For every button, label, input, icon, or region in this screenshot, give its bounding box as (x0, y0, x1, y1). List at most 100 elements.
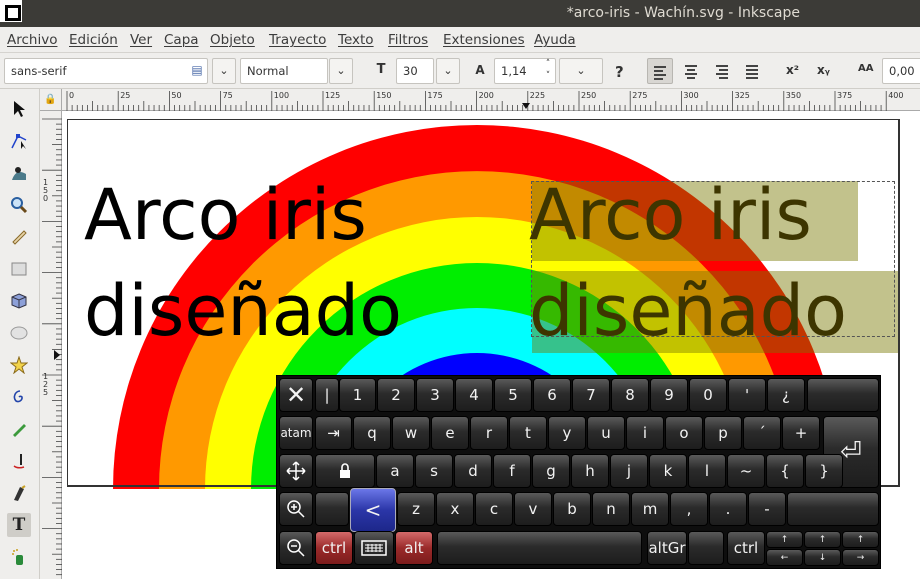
key[interactable]: f (493, 454, 531, 488)
key[interactable]: 4 (455, 378, 493, 412)
zoom-in-icon[interactable] (279, 492, 313, 526)
menu-key[interactable] (688, 531, 724, 565)
key[interactable]: ¿ (767, 378, 805, 412)
calligraphy-tool-icon[interactable] (7, 481, 31, 505)
pen-tool-icon[interactable] (7, 449, 31, 473)
font-size-input[interactable]: 30 (396, 58, 434, 84)
key[interactable]: 2 (377, 378, 415, 412)
menu-texto[interactable]: Texto (338, 32, 374, 48)
home-key[interactable]: ↑ (842, 531, 879, 548)
arrow-right-key[interactable]: → (842, 549, 879, 566)
key[interactable]: n (592, 492, 630, 526)
arrow-up-key[interactable]: ↑ (804, 531, 841, 548)
key-pressed[interactable]: < (350, 488, 396, 532)
menu-archivo[interactable]: Archivo (7, 32, 57, 48)
menu-trayecto[interactable]: Trayecto (269, 32, 326, 48)
menu-objeto[interactable]: Objeto (210, 32, 255, 48)
text-object-left[interactable]: Arco iris diseñado (84, 167, 402, 359)
superscript-button[interactable]: x² (786, 63, 799, 77)
zoom-out-icon[interactable] (279, 531, 313, 565)
key[interactable]: d (454, 454, 492, 488)
font-style-input[interactable]: Normal (240, 58, 328, 84)
key[interactable]: 7 (572, 378, 610, 412)
key[interactable]: w (392, 416, 430, 450)
key[interactable]: 5 (494, 378, 532, 412)
3d-box-tool-icon[interactable] (7, 289, 31, 313)
letter-spacing-input[interactable]: 0,00 (882, 58, 920, 84)
align-center-button[interactable] (679, 58, 705, 84)
key[interactable]: k (649, 454, 687, 488)
keyboard-settings-icon[interactable] (354, 531, 394, 565)
right-shift-key[interactable] (787, 492, 879, 526)
spray-tool-icon[interactable] (7, 545, 31, 569)
menu-filtros[interactable]: Filtros (388, 32, 428, 48)
key[interactable]: + (782, 416, 820, 450)
font-style-dropdown[interactable]: ⌄ (329, 58, 353, 84)
key[interactable]: 0 (689, 378, 727, 412)
key[interactable]: 6 (533, 378, 571, 412)
shift-lock-icon[interactable] (315, 454, 375, 488)
move-keyboard-icon[interactable] (279, 454, 313, 488)
text-tool-icon[interactable]: T (7, 513, 31, 537)
key[interactable]: z (397, 492, 435, 526)
subscript-button[interactable]: xᵧ (817, 63, 830, 77)
key[interactable]: y (548, 416, 586, 450)
node-tool-icon[interactable] (7, 129, 31, 153)
key[interactable]: | (315, 378, 339, 412)
key[interactable]: 8 (611, 378, 649, 412)
selector-tool-icon[interactable] (7, 97, 31, 121)
menu-capa[interactable]: Capa (164, 32, 199, 48)
align-left-button[interactable] (647, 58, 673, 84)
key[interactable]: t (509, 416, 547, 450)
alt-key[interactable]: alt (395, 531, 433, 565)
spiral-tool-icon[interactable] (7, 385, 31, 409)
menu-ver[interactable]: Ver (130, 32, 152, 48)
arrow-left-key[interactable]: ← (766, 549, 803, 566)
key[interactable]: c (475, 492, 513, 526)
font-family-input[interactable]: sans-serif (4, 58, 208, 84)
key[interactable]: o (665, 416, 703, 450)
key[interactable]: 3 (416, 378, 454, 412)
text-object-right[interactable]: Arco iris diseñado (529, 167, 847, 359)
key[interactable]: - (748, 492, 786, 526)
spacebar-key[interactable] (437, 531, 642, 565)
key[interactable]: , (670, 492, 708, 526)
menu-edicion[interactable]: Edición (69, 32, 118, 48)
key[interactable]: h (571, 454, 609, 488)
line-spacing-unit-dropdown[interactable]: ⌄ (559, 58, 603, 84)
key[interactable]: i (626, 416, 664, 450)
key[interactable]: s (415, 454, 453, 488)
key[interactable]: l (688, 454, 726, 488)
page-up-key[interactable]: ↑ (766, 531, 803, 548)
key[interactable]: . (709, 492, 747, 526)
key[interactable]: } (805, 454, 843, 488)
key[interactable]: b (553, 492, 591, 526)
key[interactable]: u (587, 416, 625, 450)
font-size-dropdown[interactable]: ⌄ (436, 58, 460, 84)
align-justify-button[interactable] (740, 58, 766, 84)
key[interactable]: r (470, 416, 508, 450)
tab-key[interactable]: ⇥ (315, 416, 352, 450)
altgr-key[interactable]: altGr (647, 531, 687, 565)
key[interactable]: v (514, 492, 552, 526)
left-shift-key[interactable] (315, 492, 349, 526)
key[interactable]: g (532, 454, 570, 488)
ellipse-tool-icon[interactable] (7, 321, 31, 345)
measure-tool-icon[interactable] (7, 225, 31, 249)
star-tool-icon[interactable] (7, 353, 31, 377)
arrow-down-key[interactable]: ↓ (804, 549, 841, 566)
pencil-tool-icon[interactable] (7, 417, 31, 441)
tweak-tool-icon[interactable] (7, 161, 31, 185)
backspace-key[interactable] (807, 378, 879, 412)
ctrl-right-key[interactable]: ctrl (727, 531, 765, 565)
font-family-dropdown[interactable]: ⌄ (212, 58, 236, 84)
key[interactable]: m (631, 492, 669, 526)
key[interactable]: x (436, 492, 474, 526)
line-spacing-stepper[interactable]: ˄ ˅ (540, 58, 556, 84)
key[interactable]: 9 (650, 378, 688, 412)
font-list-icon[interactable]: ▤ (187, 58, 207, 84)
key[interactable]: q (353, 416, 391, 450)
key[interactable]: ´ (743, 416, 781, 450)
ctrl-left-key[interactable]: ctrl (315, 531, 353, 565)
key[interactable]: { (766, 454, 804, 488)
